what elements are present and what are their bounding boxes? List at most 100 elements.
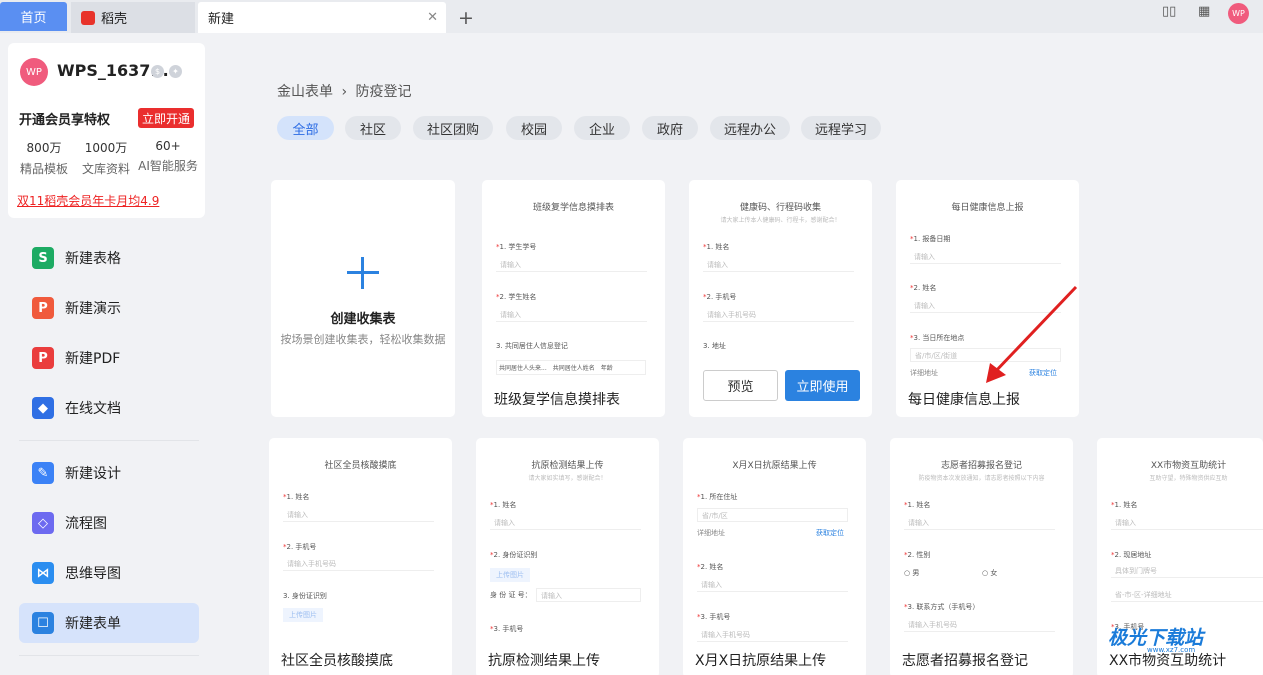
- new-tab-button[interactable]: +: [456, 2, 476, 33]
- chip-remote-work[interactable]: 远程办公: [710, 116, 790, 140]
- sidebar-item-new-form[interactable]: ☐ 新建表单: [19, 603, 199, 643]
- create-card-subtitle: 按场景创建收集表，轻松收集数据: [280, 333, 446, 346]
- template-title: 班级复学信息摸排表: [494, 392, 620, 408]
- vip-open-button[interactable]: 立即开通: [138, 108, 194, 128]
- preview-field: *3. 当日所在地点: [910, 334, 965, 342]
- chip-campus[interactable]: 校园: [506, 116, 562, 140]
- tab-bar: 首页 稻壳 新建 ✕ + ▯▯ ▦ WP: [0, 0, 1263, 33]
- stat-item: 60+ AI智能服务: [137, 139, 199, 174]
- layout-icon[interactable]: ▯▯: [1162, 4, 1176, 19]
- stat-item: 1000万文库资料: [75, 139, 137, 177]
- upload-image-button: 上传图片: [283, 608, 323, 622]
- preview-field: *3. 联系方式（手机号）: [904, 603, 980, 611]
- preview-title: 志愿者招募报名登记: [940, 461, 1022, 471]
- preview-field: *1. 姓名: [283, 493, 310, 501]
- template-card[interactable]: 志愿者招募报名登记 防疫物资本次发放通知，请志愿者按照以下内容 *1. 姓名 请…: [890, 438, 1073, 675]
- avatar[interactable]: WP: [1228, 3, 1249, 24]
- template-title: 抗原检测结果上传: [488, 653, 600, 669]
- chip-remote-learning[interactable]: 远程学习: [801, 116, 881, 140]
- tab-new[interactable]: 新建 ✕: [198, 2, 446, 33]
- divider: [19, 655, 199, 656]
- preview-input: 省/市/区: [697, 508, 848, 522]
- preview-field: *1. 姓名: [904, 501, 931, 509]
- chip-group-buy[interactable]: 社区团购: [413, 116, 493, 140]
- preview-button[interactable]: 预览: [703, 370, 778, 401]
- daoke-logo-icon: [81, 10, 95, 25]
- user-avatar[interactable]: WP: [20, 58, 48, 86]
- sidebar-item-new-pdf[interactable]: P 新建PDF: [19, 338, 199, 378]
- mindmap-icon: ⋈: [32, 562, 54, 584]
- template-title: 社区全员核酸摸底: [281, 653, 393, 669]
- breadcrumb-root[interactable]: 金山表单: [277, 84, 333, 100]
- sidebar-item-new-sheet[interactable]: S 新建表格: [19, 238, 199, 278]
- sidebar-item-new-design[interactable]: ✎ 新建设计: [19, 453, 199, 493]
- create-form-card[interactable]: 创建收集表 按场景创建收集表，轻松收集数据: [271, 180, 455, 417]
- preview-title: 每日健康信息上报: [951, 203, 1024, 213]
- use-now-button[interactable]: 立即使用: [785, 370, 860, 401]
- preview-title: 班级复学信息摸排表: [532, 203, 614, 213]
- preview-field: *2. 手机号: [703, 293, 737, 301]
- preview-field: *2. 手机号: [283, 543, 317, 551]
- sidebar-item-mindmap[interactable]: ⋈ 思维导图: [19, 553, 199, 593]
- sidebar-item-label: 新建演示: [65, 301, 121, 317]
- template-card[interactable]: 社区全员核酸摸底 *1. 姓名 请输入 *2. 手机号 请输入手机号码 3. 身…: [269, 438, 452, 675]
- template-card[interactable]: 健康码、行程码收集 请大家上传本人健康码、行程卡，感谢配合！ *1. 姓名 请输…: [689, 180, 872, 417]
- preview-table: 共同居住人头来... 共同居住人姓名 年龄: [496, 360, 646, 375]
- preview-field: *2. 姓名: [697, 563, 724, 571]
- chip-government[interactable]: 政府: [642, 116, 698, 140]
- stat-number: 60+: [155, 139, 181, 153]
- sidebar-item-label: 思维导图: [65, 566, 121, 582]
- template-card[interactable]: 班级复学信息摸排表 *1. 学生学号 请输入 *2. 学生姓名 请输入 3. 共…: [482, 180, 665, 417]
- template-title: 每日健康信息上报: [908, 392, 1020, 408]
- preview-input: 请输入: [496, 258, 647, 272]
- radio-male: ○ 男: [904, 569, 920, 577]
- stat-number: 1000万: [84, 141, 128, 155]
- preview-input: 请输入: [496, 308, 647, 322]
- chip-all[interactable]: 全部: [277, 116, 334, 140]
- preview-input: 请输入: [697, 578, 848, 592]
- preview-link: 获取定位: [816, 529, 844, 537]
- preview-input: 请输入手机号码: [697, 628, 848, 642]
- preview-field: 详细地址: [697, 529, 725, 537]
- close-icon[interactable]: ✕: [427, 10, 438, 25]
- template-card[interactable]: 抗原检测结果上传 请大家如实填写，感谢配合！ *1. 姓名 请输入 *2. 身份…: [476, 438, 659, 675]
- user-card: WP WPS_1637... $ ✦ 开通会员享特权 立即开通 800万 精品模板…: [8, 43, 205, 218]
- preview-field: 详细地址: [910, 369, 938, 377]
- promo-link[interactable]: 双11稻壳会员年卡月均4.9: [17, 192, 159, 209]
- stat-label: 文库资料: [81, 162, 130, 176]
- sidebar-item-label: 新建设计: [65, 466, 121, 482]
- breadcrumb-current: 防疫登记: [355, 84, 412, 100]
- tab-home-label: 首页: [20, 11, 47, 26]
- plus-icon: [347, 257, 379, 289]
- chip-community[interactable]: 社区: [345, 116, 401, 140]
- preview-field: *3. 手机号: [490, 625, 524, 633]
- preview-input: 请输入手机号码: [703, 308, 854, 322]
- tab-home[interactable]: 首页: [0, 2, 67, 31]
- sidebar-item-online-doc[interactable]: ◆ 在线文档: [19, 388, 199, 428]
- tab-daoke-label: 稻壳: [101, 12, 128, 27]
- preview-field: *1. 学生学号: [496, 243, 537, 251]
- preview-input: 请输入: [283, 508, 434, 522]
- preview-field: *3. 手机号: [697, 613, 731, 621]
- preview-subtitle: 互助守望，特殊物资供应互助: [1149, 475, 1228, 482]
- preview-title: 抗原检测结果上传: [531, 461, 604, 471]
- vip-text: 开通会员享特权: [19, 113, 111, 128]
- tab-new-label: 新建: [208, 12, 235, 27]
- preview-input: 请输入: [1111, 516, 1263, 530]
- chevron-right-icon: ›: [341, 84, 348, 100]
- pdf-icon: P: [32, 347, 54, 369]
- chip-enterprise[interactable]: 企业: [574, 116, 630, 140]
- sidebar-item-flowchart[interactable]: ◇ 流程图: [19, 503, 199, 543]
- preview-field: 身 份 证 号：: [490, 591, 532, 599]
- sidebar-item-label: 新建表单: [65, 616, 121, 632]
- template-title: X月X日抗原结果上传: [695, 653, 827, 669]
- badge-icon: ✦: [169, 65, 182, 78]
- sidebar-item-label: 新建PDF: [65, 351, 121, 367]
- grid-icon[interactable]: ▦: [1198, 4, 1210, 19]
- preview-field: *2. 姓名: [910, 284, 937, 292]
- template-card[interactable]: X月X日抗原结果上传 *1. 所在住址 省/市/区 详细地址 获取定位 *2. …: [683, 438, 866, 675]
- sidebar-item-new-presentation[interactable]: P 新建演示: [19, 288, 199, 328]
- tab-daoke[interactable]: 稻壳: [71, 2, 195, 33]
- preview-input: 请输入: [490, 516, 641, 530]
- preview-field: *1. 姓名: [703, 243, 730, 251]
